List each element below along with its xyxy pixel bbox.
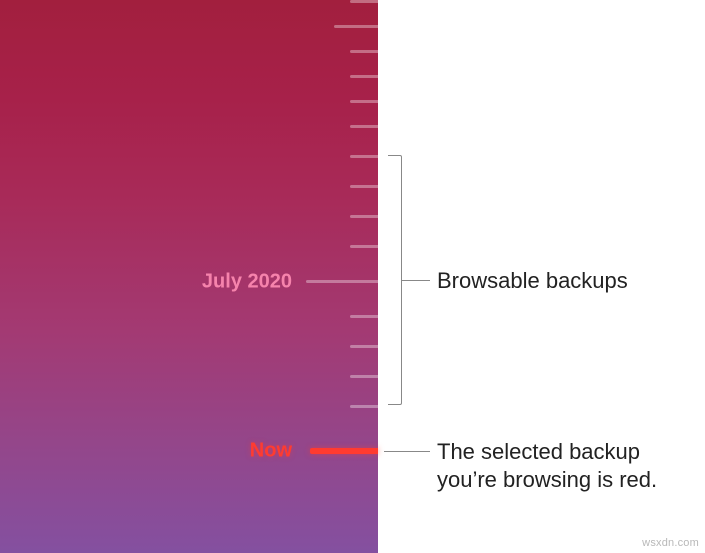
callout-selected-backup: The selected backup you’re browsing is r…	[437, 438, 657, 493]
timeline-tick[interactable]	[334, 25, 378, 28]
timeline-tick[interactable]	[350, 100, 378, 103]
timeline-tick[interactable]	[350, 125, 378, 128]
timeline-tick-selected[interactable]	[310, 448, 378, 454]
timeline-label-now: Now	[250, 440, 292, 463]
timeline-tick[interactable]	[350, 375, 378, 378]
timeline-label-date: July 2020	[202, 270, 292, 293]
timeline-tick[interactable]	[306, 280, 378, 283]
timeline-tick[interactable]	[350, 155, 378, 158]
callout-text-line2: you’re browsing is red.	[437, 467, 657, 492]
timeline-tick[interactable]	[350, 0, 378, 3]
timeline-tick[interactable]	[350, 75, 378, 78]
timeline-tick[interactable]	[350, 405, 378, 408]
callout-leader	[402, 280, 430, 281]
attribution: wsxdn.com	[642, 537, 699, 549]
callout-bracket	[388, 155, 402, 405]
timeline-tick[interactable]	[350, 215, 378, 218]
timeline-tick[interactable]	[350, 345, 378, 348]
timeline-tick[interactable]	[350, 315, 378, 318]
timeline-tick[interactable]	[350, 185, 378, 188]
timeline-panel: July 2020 Now	[0, 0, 378, 553]
timeline-tick[interactable]	[350, 50, 378, 53]
callout-text-line1: The selected backup	[437, 439, 640, 464]
callout-leader-selected	[384, 451, 430, 452]
callout-text: Browsable backups	[437, 268, 628, 293]
callout-browsable-backups: Browsable backups	[437, 267, 628, 295]
timeline-tick[interactable]	[350, 245, 378, 248]
